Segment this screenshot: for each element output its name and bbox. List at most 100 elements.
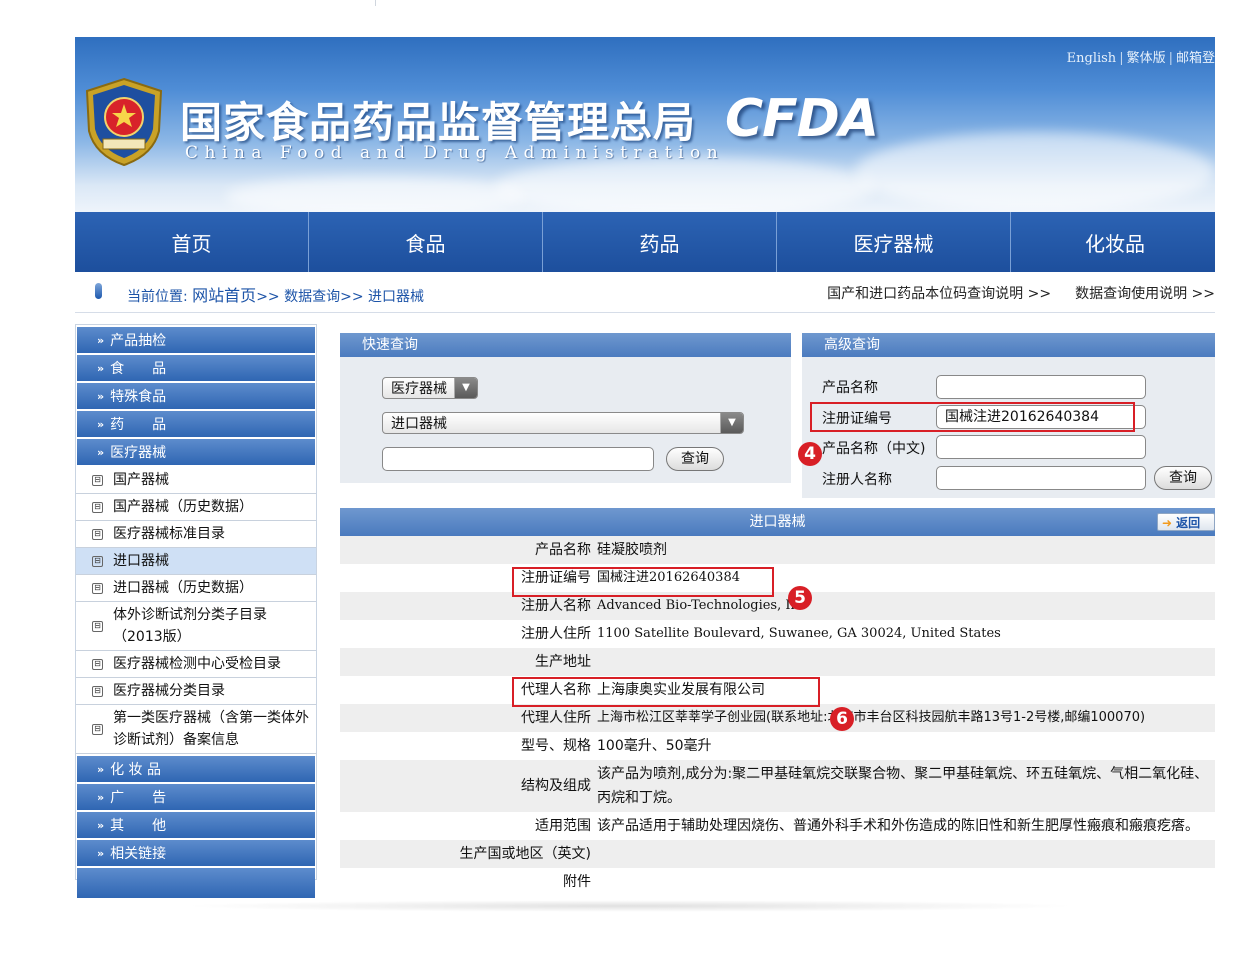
breadcrumb-right-links: 国产和进口药品本位码查询说明 >> 数据查询使用说明 >> xyxy=(803,283,1215,303)
cfda-logo: CFDA xyxy=(725,89,879,149)
sidebar-item-label: 医疗器械标准目录 xyxy=(113,526,225,542)
double-chevron-icon: » xyxy=(97,818,105,832)
nav-food[interactable]: 食品 xyxy=(309,212,543,272)
product-name-label: 产品名称 xyxy=(822,380,878,396)
sidebar-item-ivd-catalog[interactable]: ⊟ 体外诊断试剂分类子目录（2013版） xyxy=(76,602,316,651)
table-row: 生产国或地区（英文) xyxy=(340,840,1215,868)
annotation-badge-5: 5 xyxy=(788,586,812,610)
sidebar-item-imported-devices-history[interactable]: ⊟ 进口器械（历史数据） xyxy=(76,575,316,602)
sidebar-section-drugs[interactable]: » 药 品 xyxy=(77,411,315,437)
category-select[interactable]: 医疗器械 ▼ xyxy=(382,377,478,399)
category-select-value: 医疗器械 xyxy=(391,381,447,397)
sidebar-section-medical-devices[interactable]: » 医疗器械 xyxy=(77,439,315,465)
collapse-box-icon: ⊟ xyxy=(92,582,103,594)
collapse-box-icon: ⊟ xyxy=(92,620,103,632)
double-chevron-icon: » xyxy=(97,790,105,804)
advanced-search-button[interactable]: 查询 xyxy=(1154,466,1212,490)
sidebar-item-test-center-catalog[interactable]: ⊟ 医疗器械检测中心受检目录 xyxy=(76,651,316,678)
lang-link-english[interactable]: English xyxy=(1067,51,1117,66)
annotation-badge-6: 6 xyxy=(830,707,854,731)
nav-cosmetics[interactable]: 化妆品 xyxy=(1011,212,1219,272)
sidebar-item-label: 进口器械 xyxy=(113,553,169,569)
table-row: 结构及组成 该产品为喷剂,成分为:聚二甲基硅氧烷交联聚合物、聚二甲基硅氧烷、环五硅… xyxy=(340,760,1215,812)
sidebar-item-device-standards[interactable]: ⊟ 医疗器械标准目录 xyxy=(76,521,316,548)
sidebar-section-cosmetics[interactable]: » 化 妆 品 xyxy=(77,756,315,782)
sidebar-section-label: 广 告 xyxy=(110,790,167,806)
sidebar-section-other[interactable]: » 其 他 xyxy=(77,812,315,838)
subcategory-select-value: 进口器械 xyxy=(391,416,447,432)
row-value: 该产品为喷剂,成分为:聚二甲基硅氧烷交联聚合物、聚二甲基硅氧烷、环五硅氧烷、气相… xyxy=(597,766,1209,806)
back-button[interactable]: ➜ 返回 xyxy=(1157,513,1215,531)
sidebar-item-label: 医疗器械分类目录 xyxy=(113,683,225,699)
link-query-help[interactable]: 数据查询使用说明 >> xyxy=(1075,286,1215,302)
row-key: 生产地址 xyxy=(535,654,591,670)
row-value: 1100 Satellite Boulevard, Suwanee, GA 30… xyxy=(597,626,1001,641)
sidebar-item-domestic-devices-history[interactable]: ⊟ 国产器械（历史数据） xyxy=(76,494,316,521)
quick-search-title: 快速查询 xyxy=(340,333,791,357)
highlight-box-agent-name xyxy=(512,677,820,707)
breadcrumb-bar: 当前位置: 网站首页>> 数据查询>> 进口器械 国产和进口药品本位码查询说明 … xyxy=(75,272,1215,313)
arrow-right-icon: ➜ xyxy=(1162,516,1173,530)
sidebar-section-label: 产品抽检 xyxy=(110,333,167,349)
site-title-en: China Food and Drug Administration xyxy=(185,143,725,163)
collapse-box-icon: ⊟ xyxy=(92,685,103,697)
row-value: 该产品适用于辅助处理因烧伤、普通外科手术和外伤造成的陈旧性和新生肥厚性瘢痕和瘢痕… xyxy=(597,818,1199,834)
site-title-cn: 国家食品药品监督管理总局 xyxy=(180,98,697,147)
double-chevron-icon: » xyxy=(97,762,105,776)
table-row: 注册证编号 国械注进20162640384 xyxy=(340,564,1215,592)
quick-search-button[interactable]: 查询 xyxy=(666,447,724,471)
language-links: English | 繁体版 | 邮箱登 xyxy=(1066,51,1215,66)
sidebar-item-class1-filing[interactable]: ⊟ 第一类医疗器械（含第一类体外诊断试剂）备案信息 xyxy=(76,705,316,754)
highlight-box-registration-field xyxy=(810,402,1135,432)
sidebar-section-label: 食 品 xyxy=(110,361,167,377)
sidebar-section-label: 化 妆 品 xyxy=(110,762,162,778)
link-drug-code-help[interactable]: 国产和进口药品本位码查询说明 >> xyxy=(827,286,1051,302)
sidebar: » 产品抽检 » 食 品 » 特殊食品 » 药 品 » 医疗器械 ⊟ 国产器械 ⊟ 国产器械（… xyxy=(75,324,317,898)
registrant-name-input[interactable] xyxy=(936,466,1146,490)
collapse-box-icon: ⊟ xyxy=(92,555,103,567)
breadcrumb-rest[interactable]: >> 数据查询>> 进口器械 xyxy=(256,289,424,305)
nav-drugs[interactable]: 药品 xyxy=(543,212,777,272)
dropdown-arrow-icon: ▼ xyxy=(720,413,743,433)
sidebar-section-links[interactable]: » 相关链接 xyxy=(77,840,315,866)
product-name-cn-label: 产品名称（中文) xyxy=(822,441,926,457)
row-key: 结构及组成 xyxy=(521,778,591,794)
double-chevron-icon: » xyxy=(97,333,105,347)
advanced-search-title: 高级查询 xyxy=(802,333,1215,357)
row-value: 硅凝胶喷剂 xyxy=(597,542,667,558)
sidebar-section-special-food[interactable]: » 特殊食品 xyxy=(77,383,315,409)
row-value xyxy=(595,648,1215,676)
row-key: 产品名称 xyxy=(535,542,591,558)
sidebar-item-label: 医疗器械检测中心受检目录 xyxy=(113,656,281,672)
lang-link-traditional[interactable]: 繁体版 xyxy=(1127,51,1166,66)
main-nav: 首页 食品 药品 医疗器械 化妆品 xyxy=(75,212,1215,272)
collapse-box-icon: ⊟ xyxy=(92,658,103,670)
nav-medical-devices[interactable]: 医疗器械 xyxy=(777,212,1011,272)
sidebar-section-food[interactable]: » 食 品 xyxy=(77,355,315,381)
row-value xyxy=(595,840,1215,868)
double-chevron-icon: » xyxy=(97,361,105,375)
sidebar-section-label: 相关链接 xyxy=(110,846,167,862)
result-title: 进口器械 xyxy=(749,514,806,530)
sidebar-section-sampling[interactable]: » 产品抽检 xyxy=(77,327,315,353)
subcategory-select[interactable]: 进口器械 ▼ xyxy=(382,412,744,434)
sidebar-section-label: 其 他 xyxy=(110,818,167,834)
breadcrumb-home-link[interactable]: 网站首页 xyxy=(192,286,256,305)
double-chevron-icon: » xyxy=(97,389,105,403)
sidebar-item-classification-catalog[interactable]: ⊟ 医疗器械分类目录 xyxy=(76,678,316,705)
emblem-logo xyxy=(83,77,165,167)
sidebar-item-imported-devices[interactable]: ⊟ 进口器械 xyxy=(76,548,316,575)
sidebar-item-domestic-devices[interactable]: ⊟ 国产器械 xyxy=(76,467,316,494)
nav-home[interactable]: 首页 xyxy=(75,212,309,272)
sidebar-section-ads[interactable]: » 广 告 xyxy=(77,784,315,810)
sidebar-item-label: 国产器械 xyxy=(113,472,169,488)
quick-search-input[interactable] xyxy=(382,447,654,471)
breadcrumb: 当前位置: 网站首页>> 数据查询>> 进口器械 xyxy=(127,282,424,306)
sidebar-item-label: 第一类医疗器械（含第一类体外诊断试剂）备案信息 xyxy=(113,710,309,748)
lang-link-mail[interactable]: 邮箱登 xyxy=(1176,51,1215,66)
product-name-cn-input[interactable] xyxy=(936,435,1146,459)
sidebar-section-label: 特殊食品 xyxy=(110,389,167,405)
table-row: 型号、规格 100毫升、50毫升 xyxy=(340,732,1215,760)
product-name-input[interactable] xyxy=(936,375,1146,399)
row-value: 100毫升、50毫升 xyxy=(597,738,712,754)
